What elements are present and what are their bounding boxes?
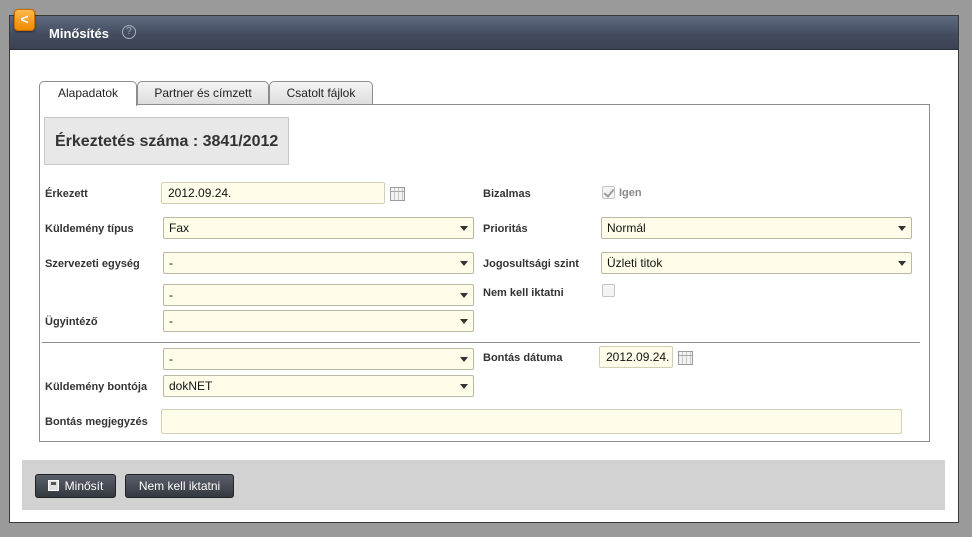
kuldemeny-bontoja-value: dokNET — [169, 379, 213, 393]
prioritas-value: Normál — [607, 221, 646, 235]
bonto-unit-select[interactable]: - — [163, 348, 474, 370]
save-icon — [47, 480, 59, 491]
minosit-button[interactable]: Minősít — [35, 474, 116, 498]
erkezett-label: Érkezett — [45, 188, 88, 200]
kuldemeny-bontoja-label: Küldemény bontója — [45, 381, 148, 393]
section-divider — [42, 342, 920, 343]
tab-alapadatok[interactable]: Alapadatok — [39, 81, 137, 106]
dropdown-arrow-icon — [898, 261, 906, 266]
bizalmas-checkbox-label: Igen — [619, 187, 642, 199]
ugyintezo-select[interactable]: - — [163, 310, 474, 332]
dropdown-arrow-icon — [460, 384, 468, 389]
kuldemeny-bontoja-select[interactable]: dokNET — [163, 375, 474, 397]
nem-kell-iktatni-label: Nem kell iktatni — [483, 287, 564, 299]
calendar-icon[interactable] — [678, 351, 693, 365]
title-bar: Minősítés ? — [10, 16, 958, 50]
prioritas-label: Prioritás — [483, 223, 528, 235]
back-button[interactable]: < — [14, 9, 35, 31]
szervezeti-egyseg-sub-select[interactable]: - — [163, 284, 474, 306]
bontas-megjegyzes-field[interactable] — [161, 409, 902, 434]
ugyintezo-value: - — [169, 314, 173, 328]
szervezeti-egyseg-select[interactable]: - — [163, 252, 474, 274]
help-icon[interactable]: ? — [122, 25, 136, 39]
szervezeti-egyseg-sub-value: - — [169, 288, 173, 302]
dropdown-arrow-icon — [460, 261, 468, 266]
prioritas-select[interactable]: Normál — [601, 217, 912, 239]
calendar-icon[interactable] — [390, 187, 405, 201]
jogosultsagi-szint-value: Üzleti titok — [607, 256, 663, 270]
nem-kell-iktatni-checkbox[interactable] — [602, 284, 615, 297]
bontas-datuma-label: Bontás dátuma — [483, 352, 563, 364]
dropdown-arrow-icon — [898, 226, 906, 231]
jogosultsagi-szint-select[interactable]: Üzleti titok — [601, 252, 912, 274]
kuldemeny-tipus-value: Fax — [169, 221, 190, 235]
minosit-button-label: Minősít — [64, 479, 104, 493]
bontas-datuma-field[interactable]: 2012.09.24. — [599, 346, 673, 368]
bonto-unit-value: - — [169, 352, 173, 366]
bizalmas-label: Bizalmas — [483, 188, 531, 200]
kuldemeny-tipus-select[interactable]: Fax — [163, 217, 474, 239]
erkezett-date-field[interactable]: 2012.09.24. — [161, 182, 385, 204]
jogosultsagi-szint-label: Jogosultsági szint — [483, 258, 579, 270]
tab-csatolt-fajlok[interactable]: Csatolt fájlok — [269, 81, 373, 105]
dropdown-arrow-icon — [460, 293, 468, 298]
dropdown-arrow-icon — [460, 226, 468, 231]
bontas-megjegyzes-label: Bontás megjegyzés — [45, 416, 148, 428]
kuldemeny-tipus-label: Küldemény típus — [45, 223, 134, 235]
dropdown-arrow-icon — [460, 319, 468, 324]
ugyintezo-label: Ügyintéző — [45, 316, 98, 328]
szervezeti-egyseg-label: Szervezeti egység — [45, 258, 140, 270]
tab-partner-es-cimzett[interactable]: Partner és címzett — [137, 81, 269, 105]
bizalmas-checkbox[interactable] — [602, 186, 615, 199]
nem-kell-iktatni-button[interactable]: Nem kell iktatni — [125, 474, 234, 498]
dropdown-arrow-icon — [460, 357, 468, 362]
back-icon: < — [20, 11, 29, 27]
szervezeti-egyseg-value: - — [169, 256, 173, 270]
window-title: Minősítés — [49, 26, 109, 41]
registration-number: Érkeztetés száma : 3841/2012 — [44, 117, 289, 165]
